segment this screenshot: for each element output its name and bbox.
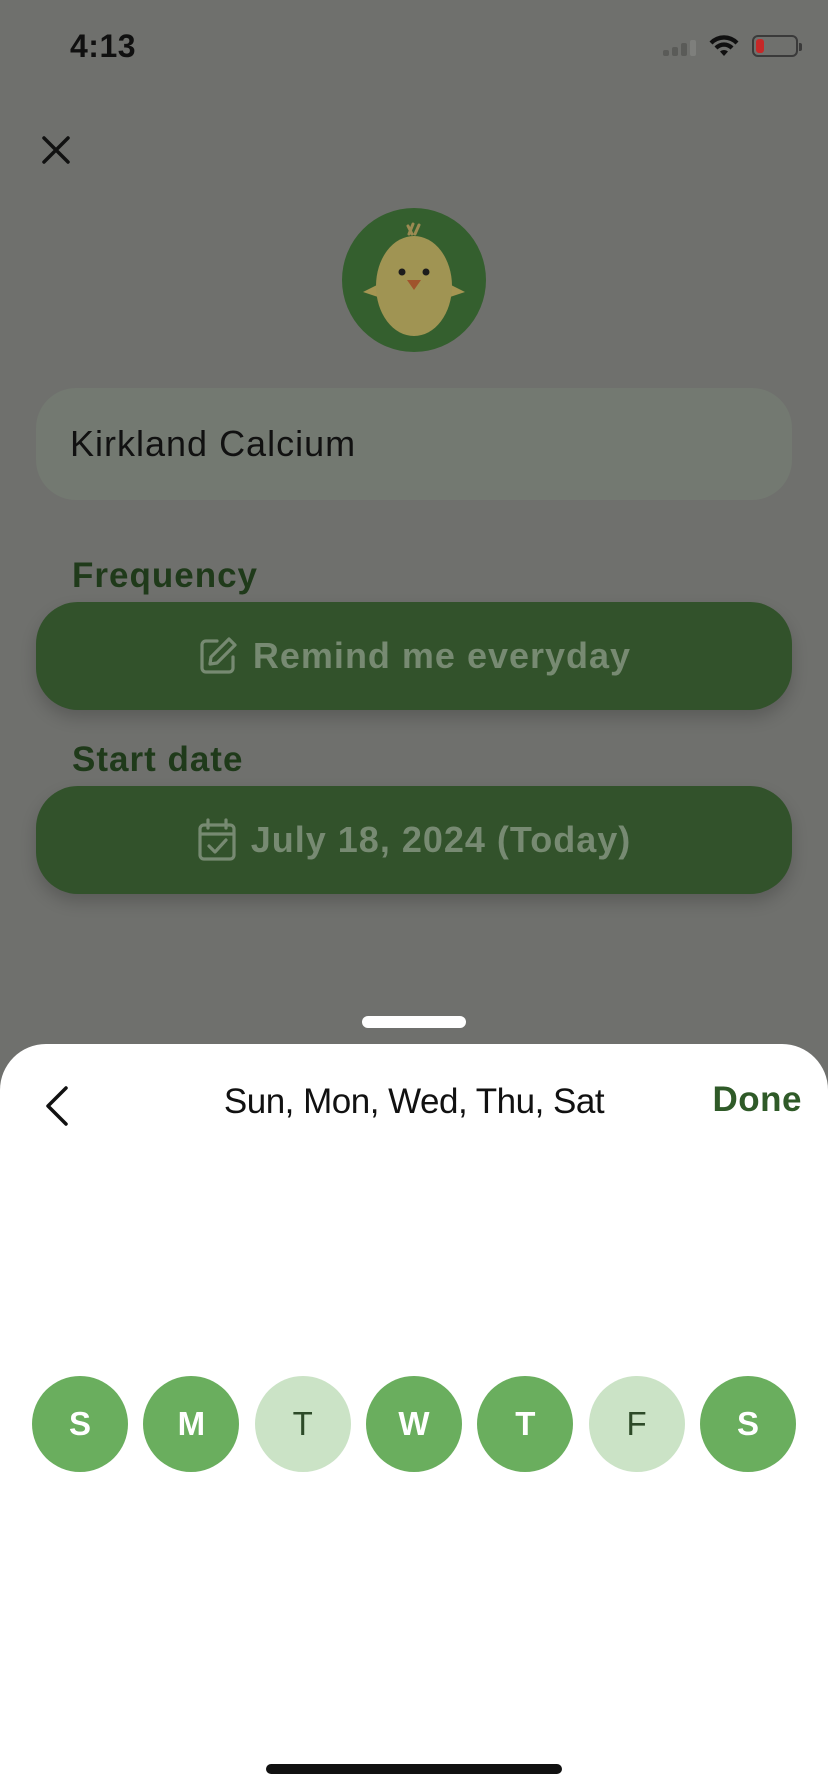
status-time: 4:13 [70, 28, 137, 64]
sheet-grabber[interactable] [362, 1016, 466, 1028]
day-toggle-saturday[interactable]: S [699, 1376, 796, 1472]
close-icon [42, 136, 70, 164]
day-toggle-tuesday[interactable]: T [254, 1376, 351, 1472]
calendar-check-icon [198, 818, 236, 861]
start-date-label: Start date [72, 740, 244, 779]
signal-icon [663, 36, 696, 56]
day-toggle-wednesday[interactable]: W [365, 1376, 462, 1472]
start-date-value: July 18, 2024 (Today) [250, 819, 632, 860]
close-button[interactable] [36, 130, 76, 170]
chick-icon [363, 222, 465, 336]
start-date-button[interactable]: July 18, 2024 (Today) [36, 786, 792, 894]
edit-icon [200, 637, 237, 674]
selected-days-title: Sun, Mon, Wed, Thu, Sat [223, 1082, 605, 1121]
day-toggle-friday[interactable]: F [588, 1376, 685, 1472]
frequency-button[interactable]: Remind me everyday [36, 602, 792, 710]
home-indicator [266, 1764, 562, 1774]
day-toggle-sunday[interactable]: S [32, 1376, 128, 1472]
medication-name-field[interactable]: Kirkland Calcium [36, 388, 792, 500]
frequency-value: Remind me everyday [252, 635, 632, 676]
done-button[interactable]: Done [713, 1080, 803, 1120]
wifi-icon [709, 35, 739, 56]
frequency-label: Frequency [72, 556, 258, 595]
avatar[interactable] [342, 208, 486, 352]
day-picker-sheet: Sun, Mon, Wed, Thu, Sat Done S M T W T F… [0, 1044, 828, 1792]
battery-icon [752, 35, 802, 57]
day-toggle-monday[interactable]: M [143, 1376, 240, 1472]
day-selector: S M T W T F S [32, 1376, 796, 1472]
status-icons [663, 34, 802, 58]
day-toggle-thursday[interactable]: T [477, 1376, 574, 1472]
